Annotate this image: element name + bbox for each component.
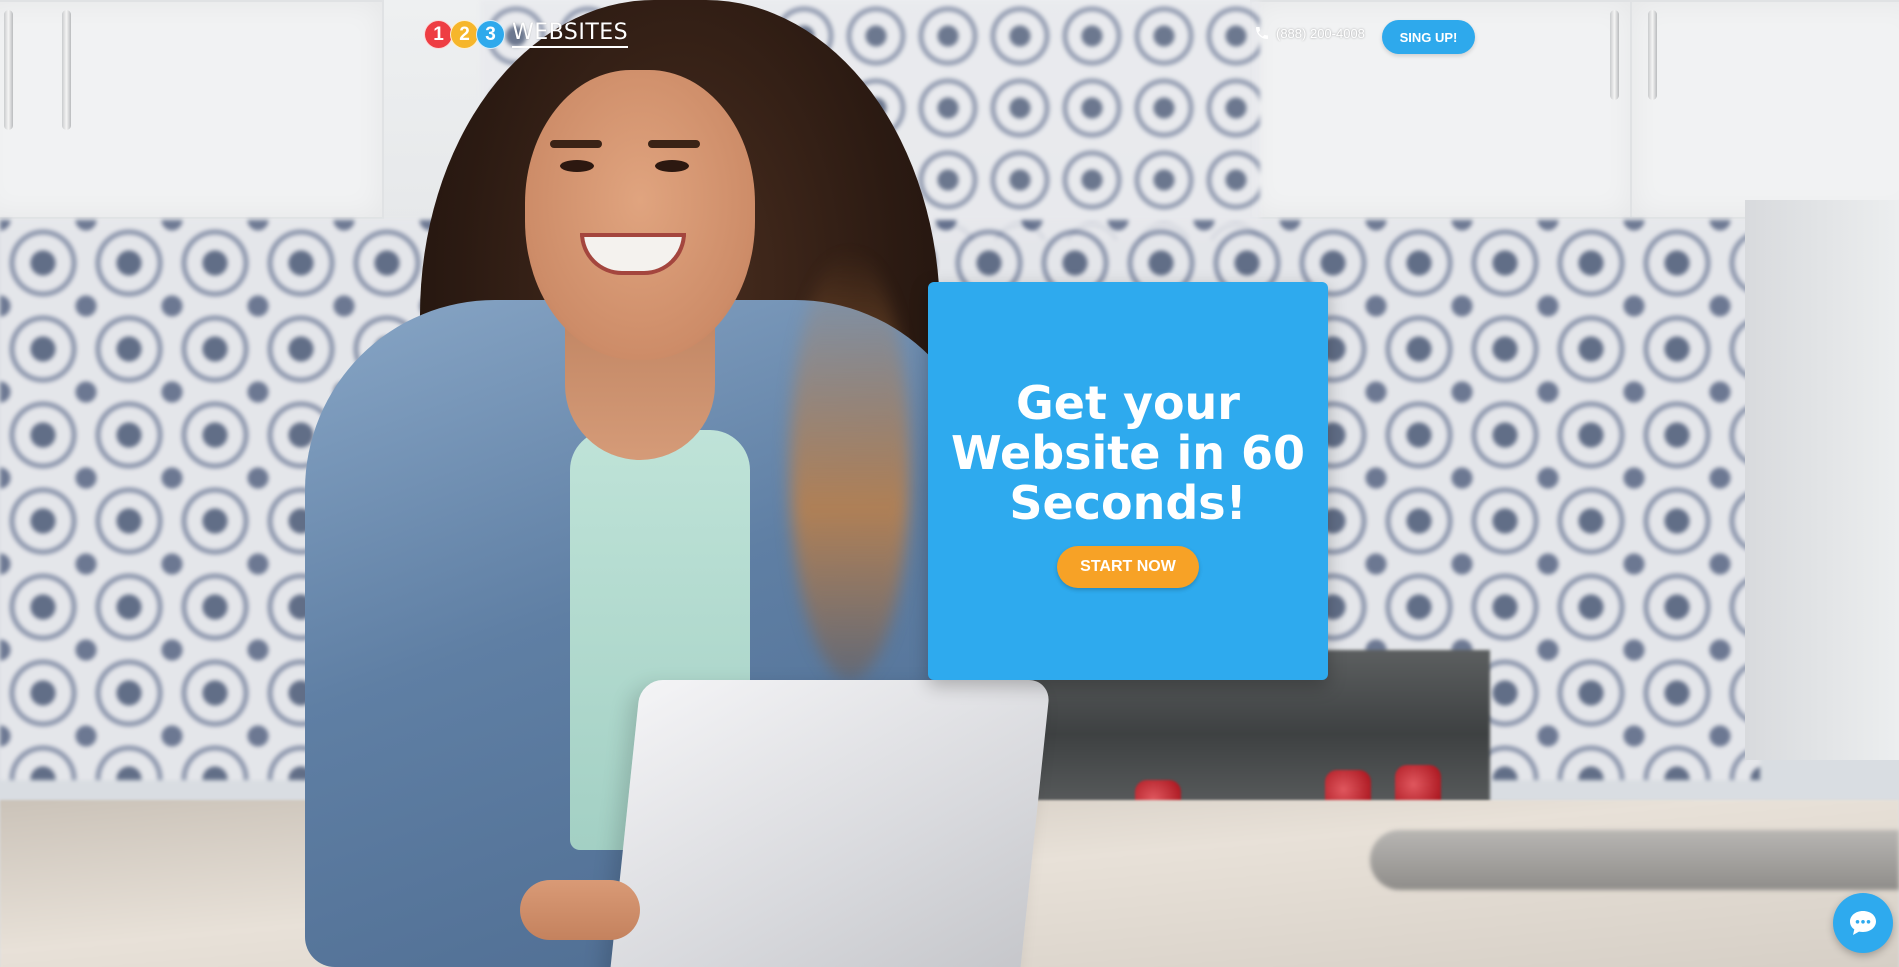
hero-card: Get your Website in 60 Seconds! START NO… bbox=[928, 282, 1328, 680]
landing-page: 1 2 3 WEBSITES (888) 200-4008 SING UP! G… bbox=[0, 0, 1899, 967]
chat-widget-button[interactable] bbox=[1833, 893, 1893, 953]
laptop bbox=[609, 680, 1051, 967]
chat-bubble-icon bbox=[1850, 911, 1876, 935]
kitchen-wall bbox=[1745, 200, 1899, 760]
person-eyebrow bbox=[648, 140, 700, 148]
person-eyebrow bbox=[550, 140, 602, 148]
kitchen-sink bbox=[1370, 830, 1899, 890]
person-hair-highlight bbox=[790, 250, 910, 680]
logo-number-1: 1 bbox=[424, 19, 453, 49]
phone-number: (888) 200-4008 bbox=[1276, 25, 1365, 41]
start-now-button[interactable]: START NOW bbox=[1057, 546, 1199, 588]
site-logo[interactable]: 1 2 3 WEBSITES bbox=[424, 19, 629, 49]
person-hand bbox=[520, 880, 640, 940]
logo-number-2: 2 bbox=[450, 19, 479, 49]
phone-icon bbox=[1256, 27, 1268, 39]
site-header: 1 2 3 WEBSITES (888) 200-4008 SING UP! bbox=[0, 0, 1899, 72]
hero-title: Get your Website in 60 Seconds! bbox=[950, 376, 1306, 530]
logo-number-3: 3 bbox=[476, 19, 505, 49]
signup-button[interactable]: SING UP! bbox=[1382, 20, 1475, 54]
person-eye bbox=[655, 160, 689, 172]
person-eye bbox=[560, 160, 594, 172]
phone-link[interactable]: (888) 200-4008 bbox=[1254, 25, 1365, 41]
person-face bbox=[525, 70, 755, 360]
logo-wordmark: WEBSITES bbox=[512, 20, 629, 48]
